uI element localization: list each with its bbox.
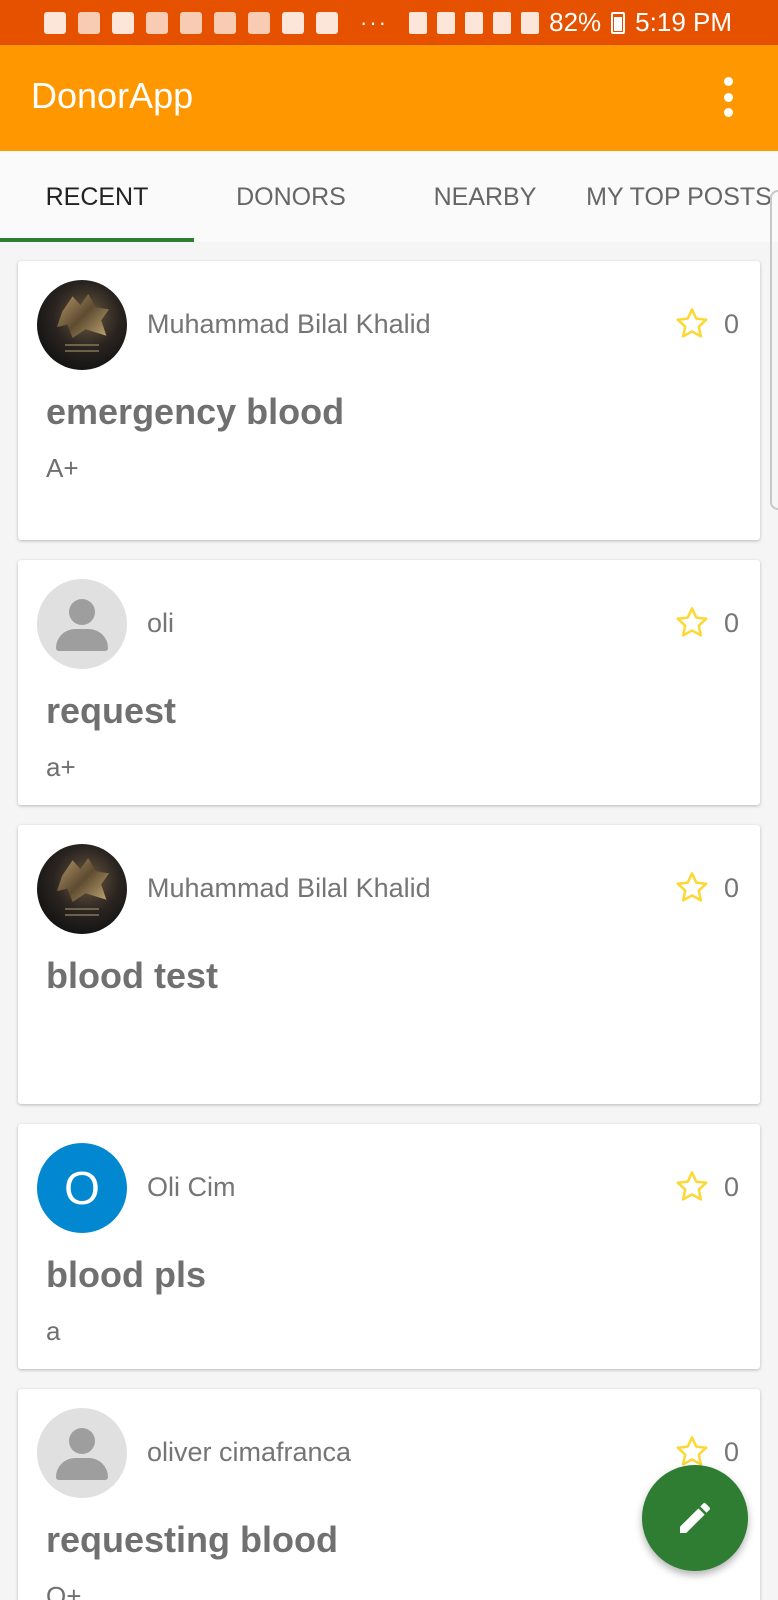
post-body: a bbox=[46, 1316, 61, 1346]
post-body: O+ bbox=[46, 1581, 82, 1600]
app-notification-icon bbox=[214, 11, 236, 34]
tab-recent[interactable]: RECENT bbox=[0, 151, 194, 242]
tab-nearby[interactable]: NEARBY bbox=[388, 151, 582, 242]
star-count: 0 bbox=[724, 608, 740, 638]
app-notification-icon bbox=[180, 11, 202, 34]
wifi-icon bbox=[493, 11, 512, 34]
nfc-icon bbox=[465, 11, 484, 34]
pencil-icon bbox=[680, 1502, 711, 1533]
post-card[interactable]: Muhammad Bilal Khalid 0 emergency blood … bbox=[18, 261, 760, 540]
post-card[interactable]: O Oli Cim 0 blood pls a bbox=[18, 1124, 760, 1369]
post-author: Muhammad Bilal Khalid bbox=[147, 873, 431, 903]
post-author: oliver cimafranca bbox=[147, 1437, 352, 1467]
star-icon[interactable] bbox=[673, 869, 711, 907]
post-author: Muhammad Bilal Khalid bbox=[147, 309, 431, 339]
star-count: 0 bbox=[724, 1437, 740, 1467]
tab-donors[interactable]: DONORS bbox=[194, 151, 388, 242]
battery-icon bbox=[611, 11, 626, 34]
status-bar: ··· 82% 5:19 PM bbox=[0, 0, 778, 45]
scroll-indicator bbox=[770, 190, 778, 510]
new-post-button[interactable] bbox=[642, 1465, 748, 1571]
star-count: 0 bbox=[724, 1172, 740, 1202]
tab-bar: RECENT DONORS NEARBY MY TOP POSTS bbox=[0, 151, 778, 242]
overflow-menu-icon[interactable] bbox=[722, 77, 734, 117]
avatar[interactable] bbox=[37, 1408, 127, 1498]
bluetooth-icon bbox=[437, 11, 456, 34]
star-icon[interactable] bbox=[673, 305, 711, 343]
post-author: Oli Cim bbox=[147, 1172, 236, 1202]
lock-icon bbox=[409, 11, 428, 34]
post-card[interactable]: oli 0 request a+ bbox=[18, 560, 760, 805]
battery-percent: 82% bbox=[549, 7, 602, 37]
image-icon bbox=[316, 11, 338, 34]
tab-my-top-posts[interactable]: MY TOP POSTS bbox=[582, 151, 776, 242]
post-title: requesting blood bbox=[46, 1519, 338, 1560]
gmail-icon bbox=[282, 11, 304, 34]
clock: 5:19 PM bbox=[635, 7, 732, 37]
notification-icons bbox=[44, 0, 338, 45]
shopping-bag-icon bbox=[112, 11, 134, 34]
avatar[interactable]: O bbox=[37, 1143, 127, 1233]
post-title: blood pls bbox=[46, 1254, 206, 1295]
avatar[interactable] bbox=[37, 579, 127, 669]
star-count: 0 bbox=[724, 309, 740, 339]
star-icon[interactable] bbox=[673, 604, 711, 642]
avatar[interactable] bbox=[37, 844, 127, 934]
star-icon[interactable] bbox=[673, 1168, 711, 1206]
post-title: request bbox=[46, 690, 177, 731]
signal-icon bbox=[521, 11, 540, 34]
post-card[interactable]: Muhammad Bilal Khalid 0 blood test bbox=[18, 825, 760, 1104]
app-notification-icon bbox=[248, 11, 270, 34]
more-notifications-indicator: ··· bbox=[360, 10, 388, 35]
post-title: emergency blood bbox=[46, 391, 345, 432]
game-icon bbox=[146, 11, 168, 34]
star-count: 0 bbox=[724, 873, 740, 903]
post-title: blood test bbox=[46, 955, 218, 996]
post-body: a+ bbox=[46, 752, 76, 782]
app-title: DonorApp bbox=[31, 75, 194, 116]
voicemail-icon bbox=[78, 11, 100, 34]
avatar[interactable] bbox=[37, 280, 127, 370]
post-body: A+ bbox=[46, 453, 79, 483]
app-bar: DonorApp bbox=[0, 45, 778, 151]
facebook-icon bbox=[44, 11, 66, 34]
post-author: oli bbox=[147, 608, 175, 638]
